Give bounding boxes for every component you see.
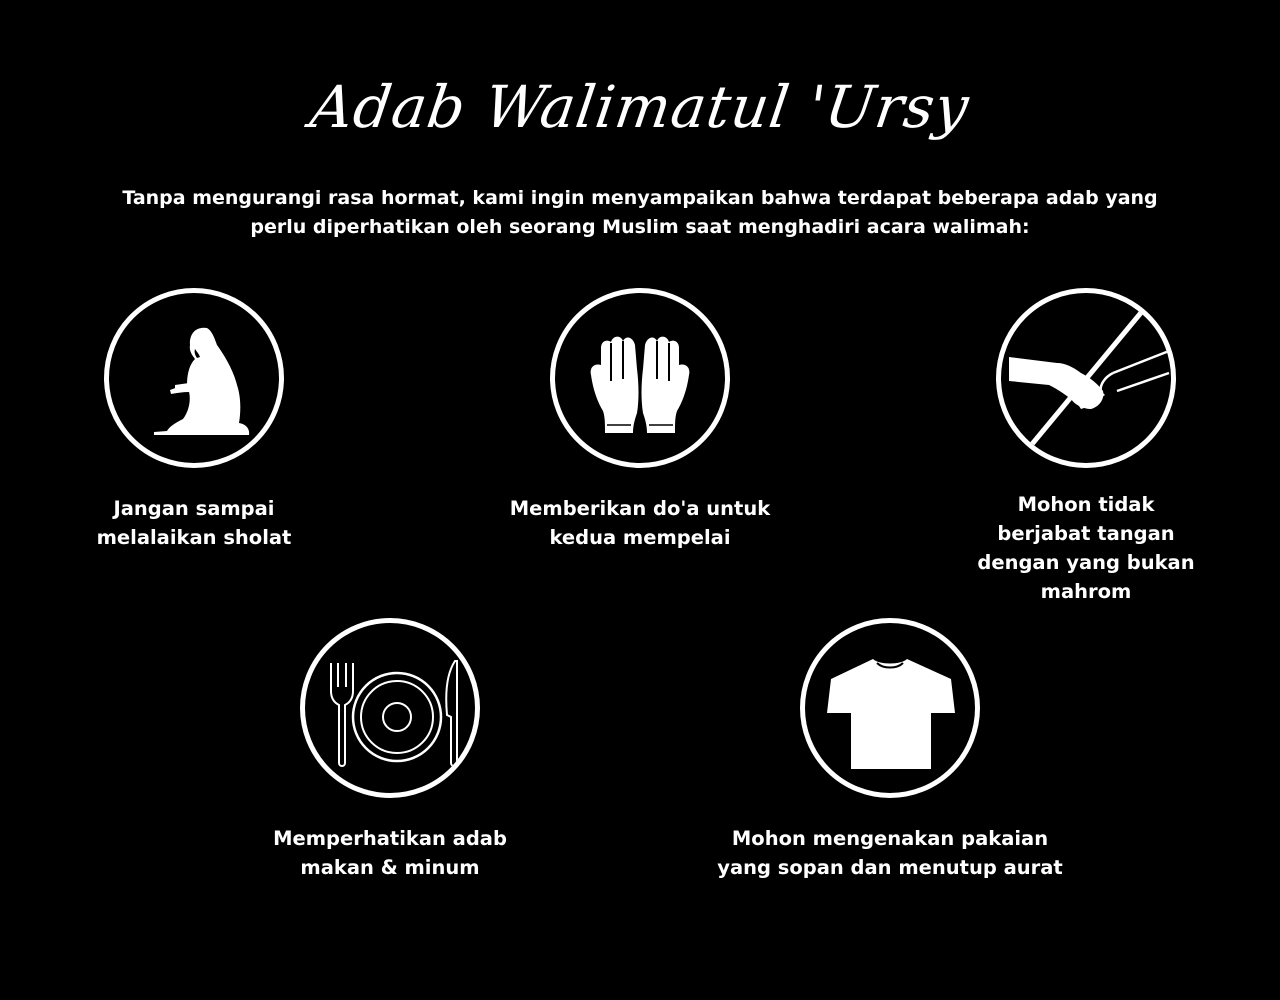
item-label: Mohon tidak berjabat tangan dengan yang … — [977, 493, 1195, 603]
item-label: Memperhatikan adab makan & minum — [273, 827, 507, 879]
etiquette-item-clothing: Mohon mengenakan pakaian yang sopan dan … — [717, 618, 1063, 882]
etiquette-item-prayer: Jangan sampai melalaikan sholat — [44, 288, 344, 552]
page-title: Adab Walimatul 'Ursy — [306, 73, 974, 141]
praying-person-icon — [154, 327, 250, 435]
item-label: Jangan sampai melalaikan sholat — [96, 497, 292, 549]
intro-text: Tanpa mengurangi rasa hormat, kami ingin… — [122, 187, 1158, 238]
icon-circle — [300, 618, 480, 798]
etiquette-item-eating: Memperhatikan adab makan & minum — [240, 618, 540, 882]
etiquette-item-no-handshake: Mohon tidak berjabat tangan dengan yang … — [936, 288, 1236, 606]
icon-circle — [104, 288, 284, 468]
no-handshake-icon — [1009, 301, 1170, 457]
etiquette-item-dua: Memberikan do'a untuk kedua mempelai — [490, 288, 790, 552]
plate-cutlery-icon — [330, 660, 458, 767]
icon-circle — [800, 618, 980, 798]
item-label: Mohon mengenakan pakaian yang sopan dan … — [717, 827, 1063, 879]
icon-circle — [996, 288, 1176, 468]
item-label: Memberikan do'a untuk kedua mempelai — [509, 497, 771, 549]
icon-circle — [550, 288, 730, 468]
praying-hands-icon — [590, 336, 690, 433]
t-shirt-icon — [827, 659, 955, 769]
